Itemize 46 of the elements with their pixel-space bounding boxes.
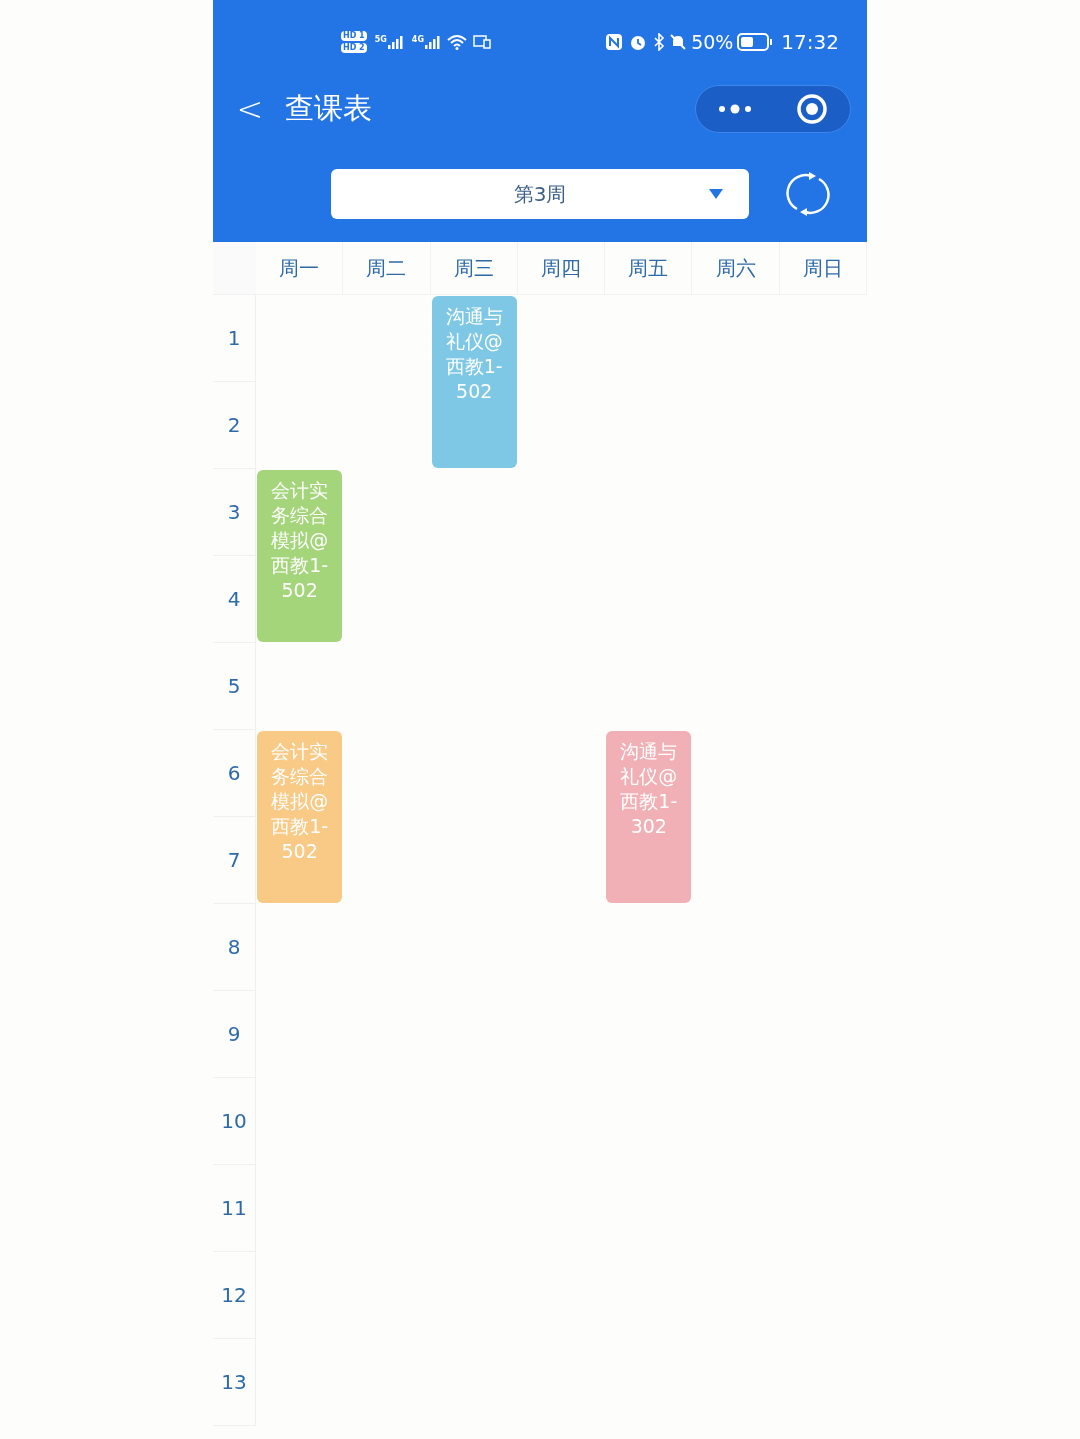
course-card[interactable]: 沟通与礼仪@西教1-502 (431, 296, 517, 468)
more-icon[interactable] (718, 104, 752, 114)
wifi-icon (446, 34, 467, 50)
network-label: 4G (411, 35, 424, 44)
signal-icon (387, 35, 404, 49)
day-header: 周日 (779, 242, 867, 295)
period-number: 4 (213, 556, 256, 643)
back-button[interactable]: < (235, 85, 265, 133)
battery-percent: 50% (691, 29, 734, 55)
day-header: 周二 (343, 242, 431, 295)
week-dropdown[interactable]: 第3周 (331, 169, 749, 219)
sim-label: HD 1 (341, 31, 367, 41)
day-header: 周三 (430, 242, 518, 295)
signal-icon (424, 35, 441, 49)
period-number: 5 (213, 643, 256, 730)
period-number: 12 (213, 1252, 256, 1339)
muted-bell-icon (669, 33, 688, 51)
day-header: 周一 (256, 242, 344, 295)
period-number: 7 (213, 817, 256, 904)
page-title: 查课表 (285, 90, 372, 128)
period-number: 13 (213, 1339, 256, 1426)
period-number: 2 (213, 382, 256, 469)
bluetooth-icon (653, 33, 666, 51)
sim-label: HD 2 (341, 43, 367, 53)
nfc-icon (605, 33, 624, 51)
period-number: 11 (213, 1165, 256, 1252)
period-number: 9 (213, 991, 256, 1078)
period-number: 1 (213, 295, 256, 382)
day-header: 周五 (605, 242, 693, 295)
network-label: 5G (374, 35, 387, 44)
battery-icon (737, 33, 774, 51)
period-number: 10 (213, 1078, 256, 1165)
screen-cast-icon (472, 35, 491, 49)
caret-icon (709, 189, 723, 199)
course-card[interactable]: 会计实务综合模拟@西教1-502 (257, 470, 343, 642)
period-number: 8 (213, 904, 256, 991)
period-number: 6 (213, 730, 256, 817)
clock-time: 17:32 (781, 29, 839, 56)
close-target-icon[interactable] (796, 93, 828, 125)
refresh-icon[interactable] (785, 171, 831, 217)
course-card[interactable]: 沟通与礼仪@西教1-302 (606, 731, 692, 903)
alarm-icon (629, 33, 648, 51)
day-header: 周四 (517, 242, 606, 295)
course-card[interactable]: 会计实务综合模拟@西教1-502 (257, 731, 343, 903)
period-number: 3 (213, 469, 256, 556)
day-header: 周六 (692, 242, 780, 295)
